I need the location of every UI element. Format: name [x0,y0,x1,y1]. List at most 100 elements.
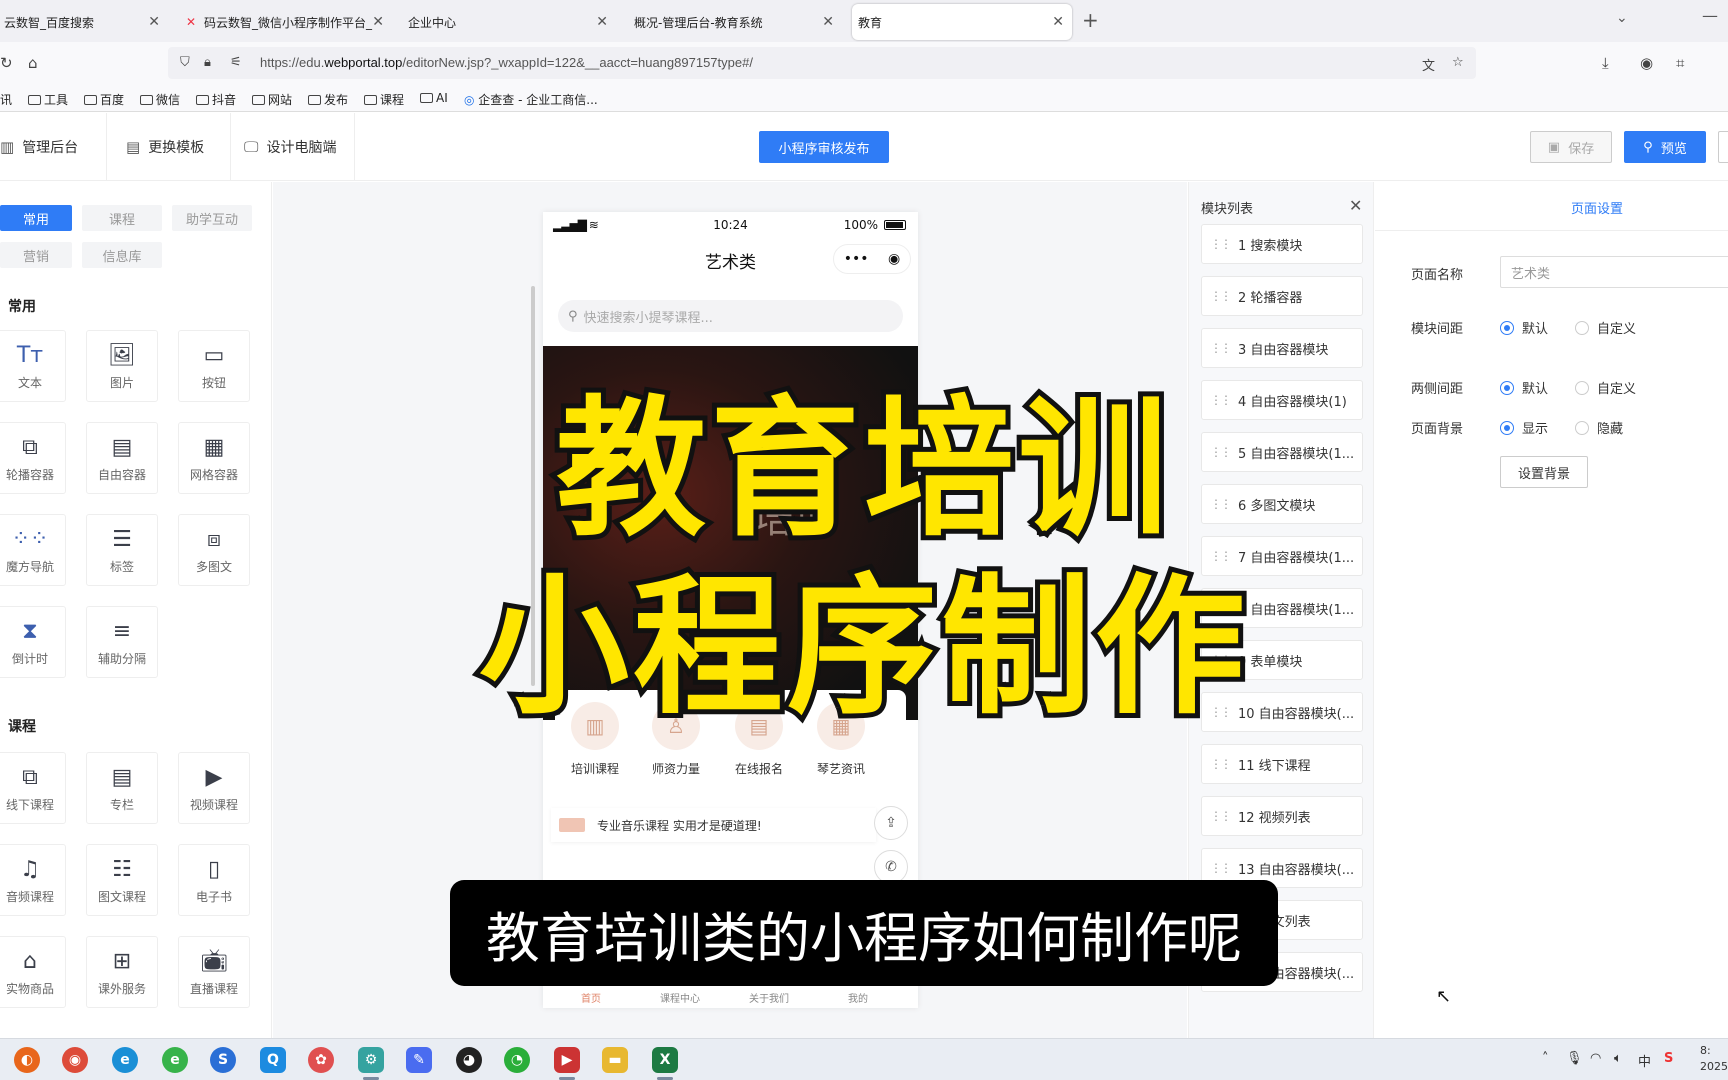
category-tab-course[interactable]: 课程 [82,205,162,231]
page-name-input[interactable]: 艺术类 [1500,256,1728,288]
translate-icon[interactable]: 文 [1422,55,1435,74]
browser-tab-overview[interactable]: 概况-管理后台-教育系统 ✕ [630,4,842,40]
tab-home[interactable]: 首页 [551,990,631,1005]
category-tab-info[interactable]: 信息库 [82,242,162,268]
component-column[interactable]: ▤ 专栏 [86,752,158,824]
ime-indicator[interactable]: 中 [1638,1051,1651,1070]
tab-about[interactable]: 关于我们 [729,990,809,1005]
bookmark-item[interactable]: 讯 [0,91,12,108]
category-tab-marketing[interactable]: 营销 [0,242,72,268]
close-icon[interactable]: ✕ [148,14,160,30]
browser-tab-education[interactable]: 教育 ✕ [852,4,1072,40]
component-video-course[interactable]: ▶ 视频课程 [178,752,250,824]
crop-icon[interactable]: ⌗ [1676,54,1684,72]
category-tab-common[interactable]: 常用 [0,205,72,231]
bookmark-folder[interactable]: 抖音 [196,91,236,108]
volume-icon[interactable]: 🔈︎ [1614,1051,1622,1066]
color-app-icon[interactable]: ✿ [308,1047,334,1073]
close-icon[interactable]: ✕ [1349,196,1362,215]
bookmark-folder[interactable]: 发布 [308,91,348,108]
sogou-ime-icon[interactable]: S [1664,1051,1673,1066]
download-icon[interactable]: ⤓ [1602,54,1609,72]
new-tab-button[interactable]: + [1082,8,1099,32]
edge-icon[interactable]: e [112,1047,138,1073]
module-item[interactable]: ⋮⋮ 2 轮播容器 [1201,276,1363,316]
chevron-down-icon[interactable]: ⌄ [1616,10,1628,26]
drag-handle-icon[interactable]: ⋮⋮ [1210,757,1232,771]
folder-icon[interactable]: ▬ [602,1047,628,1073]
drag-handle-icon[interactable]: ⋮⋮ [1210,809,1232,823]
admin-button[interactable]: ▥ 管理后台 [0,137,78,157]
bookmark-folder[interactable]: AI [420,91,448,105]
close-icon[interactable]: ✕ [1052,14,1064,30]
module-spacing-custom-radio[interactable]: 自定义 [1575,318,1636,337]
tab-course-center[interactable]: 课程中心 [640,990,720,1005]
bookmark-folder[interactable]: 课程 [364,91,404,108]
bookmark-folder[interactable]: 网站 [252,91,292,108]
module-item[interactable]: ⋮⋮ 11 线下课程 [1201,744,1363,784]
component-audio-course[interactable]: ♫ 音频课程 [0,844,66,916]
publish-button[interactable]: 小程序审核发布 [759,131,889,163]
phone-call-button[interactable]: ✆ [874,850,908,884]
module-item[interactable]: ⋮⋮ 1 搜索模块 [1201,224,1363,264]
drag-handle-icon[interactable]: ⋮⋮ [1210,289,1232,303]
component-live-course[interactable]: 📺︎ 直播课程 [178,936,250,1008]
wechat-icon[interactable]: ◔ [504,1047,530,1073]
chevron-up-icon[interactable]: ˄ [1542,1051,1549,1066]
address-bar[interactable]: ⛉ 🔒︎ ⚟ https://edu.webportal.top/editorN… [168,47,1476,79]
qq-icon[interactable]: ◕ [456,1047,482,1073]
change-template-button[interactable]: ▤ 更换模板 [126,137,204,157]
reload-icon[interactable]: ↻ [0,54,13,72]
minimize-icon[interactable]: — [1702,6,1718,25]
category-tab-interaction[interactable]: 助学互动 [172,205,252,231]
bookmark-qichacha[interactable]: ◎ 企查查 - 企业工商信... [464,91,598,108]
notes-icon[interactable]: ✎ [406,1047,432,1073]
preview-button[interactable]: ⚲ 预览 [1624,131,1706,163]
excel-icon[interactable]: X [652,1047,678,1073]
close-icon[interactable]: ✕ [372,14,384,30]
module-item[interactable]: ⋮⋮ 12 视频列表 [1201,796,1363,836]
microphone-icon[interactable]: 🎙︎ [1566,1051,1583,1066]
quark-icon[interactable]: Q [260,1047,286,1073]
permissions-icon[interactable]: ⚟ [230,55,242,70]
component-text-course[interactable]: ☷ 图文课程 [86,844,158,916]
browser-tab-mayun[interactable]: ✕ 码云数智_微信小程序制作平台_ ✕ [182,4,392,40]
close-icon[interactable]: ✕ [596,14,608,30]
mini-program-capsule[interactable]: ••• ◉ [833,244,911,274]
browser-tab-enterprise[interactable]: 企业中心 ✕ [404,4,616,40]
browser-360-icon[interactable]: e [162,1047,188,1073]
target-icon[interactable]: ◉ [888,251,900,267]
drag-handle-icon[interactable]: ⋮⋮ [1210,861,1232,875]
clock[interactable]: 8: 2025 [1700,1043,1728,1075]
browser-tab-baidu[interactable]: 云数智_百度搜索 ✕ [0,4,168,40]
network-icon[interactable]: ◠ [1590,1051,1601,1066]
desktop-design-button[interactable]: 🖵︎ 设计电脑端 [244,137,336,157]
close-icon[interactable]: ✕ [822,14,834,30]
module-spacing-default-radio[interactable]: 默认 [1500,318,1548,337]
sogou-icon[interactable]: S [210,1047,236,1073]
extension-icon[interactable]: ◉ [1640,54,1653,72]
tab-page-settings[interactable]: 页面设置 [1571,198,1623,217]
component-physical-goods[interactable]: ⌂ 实物商品 [0,936,66,1008]
tab-mine[interactable]: 我的 [818,990,898,1005]
star-icon[interactable]: ☆ [1452,55,1464,70]
more-icon[interactable]: ••• [844,251,869,267]
bookmark-folder[interactable]: 工具 [28,91,68,108]
notice-bar[interactable]: 专业音乐课程 实用才是硬道理! [551,808,876,842]
component-ebook[interactable]: ▯ 电子书 [178,844,250,916]
chrome-icon[interactable]: ◉ [62,1047,88,1073]
more-button[interactable] [1718,131,1728,163]
phone-tab-bar: 首页 课程中心 关于我们 我的 [543,988,918,1008]
save-button[interactable]: ▣ 保存 [1530,131,1612,163]
bookmark-folder[interactable]: 百度 [84,91,124,108]
gear-icon[interactable]: ⚙ [358,1047,384,1073]
search-input[interactable]: ⚲ 快速搜索小提琴课程... [558,300,903,332]
share-button[interactable]: ⇪ [874,806,908,840]
component-offline-course[interactable]: ⧉ 线下课程 [0,752,66,824]
home-icon[interactable]: ⌂ [28,54,38,72]
firefox-icon[interactable]: ◐ [14,1047,40,1073]
bookmark-folder[interactable]: 微信 [140,91,180,108]
component-extra-service[interactable]: ⊞ 课外服务 [86,936,158,1008]
drag-handle-icon[interactable]: ⋮⋮ [1210,237,1232,251]
media-app-icon[interactable]: ▶ [554,1047,580,1073]
